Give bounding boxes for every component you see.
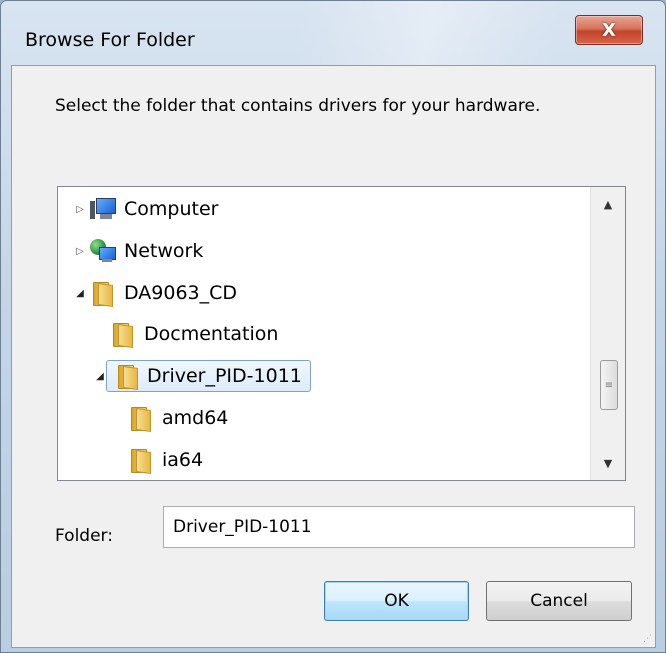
tree-item-label: DA9063_CD: [124, 282, 238, 304]
folder-field[interactable]: [163, 506, 635, 548]
cancel-button[interactable]: Cancel: [486, 581, 632, 621]
tree-item-label: Computer: [124, 198, 219, 220]
folder-icon: [128, 448, 154, 475]
folder-icon: [115, 364, 141, 391]
grip-lines-icon: ≡: [604, 379, 614, 391]
tree-item-label: amd64: [162, 407, 229, 429]
tree-item-label: Docmentation: [144, 323, 279, 345]
tree-item-da9063-cd[interactable]: ◢ DA9063_CD: [74, 275, 239, 311]
expand-arrow-icon[interactable]: ▷: [74, 246, 86, 257]
scroll-down-button[interactable]: ▼: [591, 446, 625, 480]
tree-item-docmentation[interactable]: Docmentation: [94, 316, 280, 352]
tree-item-label: Driver_PID-1011: [147, 365, 302, 387]
tree-item-amd64[interactable]: amd64: [124, 400, 230, 436]
tree-item-computer[interactable]: ▷ Computer: [74, 191, 220, 227]
arrow-down-icon: ▼: [603, 456, 613, 470]
selected-node[interactable]: Driver_PID-1011: [106, 360, 311, 392]
instruction-text: Select the folder that contains drivers …: [55, 96, 541, 116]
folder-icon: [90, 281, 116, 308]
resize-grip-icon[interactable]: ⋰: [643, 634, 652, 644]
tree-item-network[interactable]: ▷ Network: [74, 233, 205, 269]
collapse-arrow-icon[interactable]: ◢: [74, 288, 86, 299]
tree-item-label: ia64: [162, 449, 204, 471]
folder-icon: [110, 322, 136, 349]
vertical-scrollbar[interactable]: ▲ ≡ ▼: [590, 187, 625, 480]
folder-tree-view[interactable]: ▷ Computer ▷ Network ◢ DA9063_CD Docment…: [57, 186, 626, 481]
browse-for-folder-dialog: Browse For Folder X Select the folder th…: [0, 0, 666, 653]
window-title: Browse For Folder: [25, 29, 195, 51]
expand-arrow-icon[interactable]: ▷: [74, 204, 86, 215]
folder-icon: [128, 406, 154, 433]
dialog-client-area: Select the folder that contains drivers …: [11, 65, 656, 648]
scroll-thumb[interactable]: ≡: [600, 360, 618, 410]
network-icon: [90, 239, 116, 263]
arrow-up-icon: ▲: [603, 197, 613, 211]
collapse-arrow-icon[interactable]: ◢: [94, 371, 106, 382]
close-icon: X: [602, 19, 616, 41]
ok-button[interactable]: OK: [324, 581, 469, 621]
computer-icon: [90, 197, 116, 221]
tree-item-ia64[interactable]: ia64: [124, 442, 205, 478]
folder-label: Folder:: [55, 526, 113, 546]
tree-item-label: Network: [124, 240, 204, 262]
scroll-up-button[interactable]: ▲: [591, 187, 625, 221]
close-button[interactable]: X: [575, 15, 643, 45]
tree-item-driver-pid-1011[interactable]: ◢ Driver_PID-1011: [94, 358, 311, 394]
title-bar[interactable]: Browse For Folder X: [1, 1, 665, 65]
